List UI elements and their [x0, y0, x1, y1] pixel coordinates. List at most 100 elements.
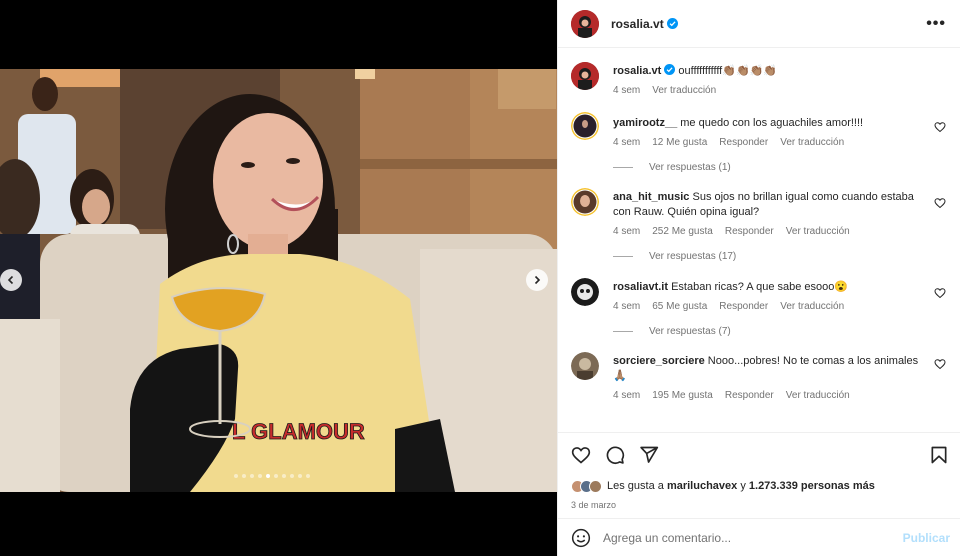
comment-text: Estaban ricas? A que sabe esooo😮 — [671, 281, 849, 293]
comment-heart-icon[interactable] — [934, 121, 946, 133]
view-replies-button[interactable]: Ver respuestas (7) — [613, 326, 946, 337]
comment-time[interactable]: 4 sem — [613, 137, 640, 148]
comment-heart-icon[interactable] — [934, 197, 946, 209]
post-date[interactable]: 3 de marzo — [558, 496, 960, 518]
verified-badge-icon — [664, 64, 676, 75]
replies-line — [613, 256, 633, 257]
comment-likes[interactable]: 65 Me gusta — [652, 301, 707, 312]
view-replies-label: Ver respuestas (17) — [649, 251, 737, 262]
translate-link[interactable]: Ver traducción — [780, 137, 844, 148]
caption-meta: 4 sem Ver traducción — [613, 85, 924, 96]
more-options-icon[interactable]: ••• — [926, 15, 946, 32]
post-media: L GLAMOUR — [0, 0, 557, 556]
reply-button[interactable]: Responder — [725, 226, 774, 237]
send-icon[interactable] — [639, 445, 659, 465]
comment-text: me quedo con los aguachiles amor!!!! — [680, 117, 864, 129]
view-replies-button[interactable]: Ver respuestas (17) — [613, 251, 946, 262]
translate-link[interactable]: Ver traducción — [786, 390, 850, 401]
carousel-dot — [250, 474, 254, 478]
comment-meta: 4 sem 12 Me gusta Responder Ver traducci… — [613, 137, 924, 148]
carousel-dot — [298, 474, 302, 478]
likes-conj: y — [740, 480, 746, 492]
bookmark-icon[interactable] — [929, 445, 949, 465]
comment-heart-icon[interactable] — [934, 358, 946, 370]
caption-username[interactable]: rosalia.vt — [613, 65, 661, 77]
comment-time[interactable]: 4 sem — [613, 301, 640, 312]
carousel-dot — [290, 474, 294, 478]
profile-avatar[interactable] — [571, 9, 599, 38]
verified-badge-icon — [666, 18, 678, 29]
carousel-dots — [234, 474, 310, 478]
carousel-dot — [282, 474, 286, 478]
translate-link[interactable]: Ver traducción — [780, 301, 844, 312]
prev-slide-button[interactable] — [0, 269, 22, 291]
post-details-panel: rosalia.vt ••• rosalia.vt oufffffffffff👏… — [557, 0, 960, 556]
comment-item: rosaliavt.it Estaban ricas? A que sabe e… — [571, 278, 946, 312]
comment-time[interactable]: 4 sem — [613, 390, 640, 401]
comment-likes[interactable]: 195 Me gusta — [652, 390, 713, 401]
comment-time[interactable]: 4 sem — [613, 226, 640, 237]
comment-avatar[interactable] — [571, 112, 599, 140]
liker-avatar — [589, 479, 602, 493]
photo-illustration: L GLAMOUR — [0, 69, 557, 492]
add-comment-bar: Publicar — [558, 518, 960, 556]
header-username[interactable]: rosalia.vt — [611, 17, 664, 31]
reply-button[interactable]: Responder — [719, 137, 768, 148]
comment-username[interactable]: rosaliavt.it — [613, 281, 668, 293]
translate-link[interactable]: Ver traducción — [786, 226, 850, 237]
comment-likes[interactable]: 252 Me gusta — [652, 226, 713, 237]
comment-input[interactable] — [603, 530, 903, 545]
avatar-image — [571, 9, 599, 38]
instagram-post-view: L GLAMOUR rosalia.vt ••• rosalia.vt ouff… — [0, 0, 960, 556]
next-slide-button[interactable] — [526, 269, 548, 291]
post-actions-bar — [558, 432, 960, 476]
caption-avatar[interactable] — [571, 62, 599, 90]
reply-button[interactable]: Responder — [725, 390, 774, 401]
comment-avatar[interactable] — [571, 188, 599, 216]
caption-translate-link[interactable]: Ver traducción — [652, 85, 716, 96]
comment-avatar[interactable] — [571, 352, 599, 380]
comment-item: sorciere_sorciere Nooo...pobres! No te c… — [571, 352, 946, 401]
replies-line — [613, 167, 633, 168]
comment-username[interactable]: ana_hit_music — [613, 191, 689, 203]
view-replies-button[interactable]: Ver respuestas (1) — [613, 162, 946, 173]
post-photo[interactable]: L GLAMOUR — [0, 69, 557, 492]
comment-avatar[interactable] — [571, 278, 599, 306]
comment-username[interactable]: sorciere_sorciere — [613, 355, 705, 367]
view-replies-label: Ver respuestas (1) — [649, 162, 731, 173]
comment-likes[interactable]: 12 Me gusta — [652, 137, 707, 148]
comments-list: rosalia.vt oufffffffffff👏🏽👏🏽👏🏽👏🏽 4 sem V… — [558, 48, 960, 432]
heart-icon[interactable] — [571, 445, 591, 465]
post-header: rosalia.vt ••• — [558, 0, 960, 48]
comment-body: yamirootz__ me quedo con los aguachiles … — [613, 112, 946, 148]
liker-username[interactable]: mariluchavex — [667, 480, 737, 492]
caption-time[interactable]: 4 sem — [613, 85, 640, 96]
carousel-dot — [234, 474, 238, 478]
comment-meta: 4 sem 252 Me gusta Responder Ver traducc… — [613, 226, 924, 237]
comment-username[interactable]: yamirootz__ — [613, 117, 677, 129]
comment-body: ana_hit_music Sus ojos no brillan igual … — [613, 188, 946, 237]
avatar-image — [571, 278, 599, 306]
caption-body: rosalia.vt oufffffffffff👏🏽👏🏽👏🏽👏🏽 4 sem V… — [613, 62, 946, 96]
carousel-dot — [306, 474, 310, 478]
likes-prefix: Les gusta a — [607, 480, 664, 492]
likes-count[interactable]: 1.273.339 personas más — [749, 480, 875, 492]
comment-item: yamirootz__ me quedo con los aguachiles … — [571, 112, 946, 148]
comment-meta: 4 sem 65 Me gusta Responder Ver traducci… — [613, 301, 924, 312]
comment-icon[interactable] — [605, 445, 625, 465]
carousel-dot — [242, 474, 246, 478]
comment-meta: 4 sem 195 Me gusta Responder Ver traducc… — [613, 390, 924, 401]
caption-emojis: 👏🏽👏🏽👏🏽👏🏽 — [722, 65, 778, 77]
chevron-right-icon — [534, 275, 541, 285]
post-comment-button[interactable]: Publicar — [903, 531, 950, 545]
chevron-left-icon — [7, 275, 14, 285]
comment-item: ana_hit_music Sus ojos no brillan igual … — [571, 188, 946, 237]
shirt-text: L GLAMOUR — [232, 419, 365, 444]
likes-summary: Les gusta a mariluchavex y 1.273.339 per… — [558, 476, 960, 496]
avatar-image — [571, 112, 599, 140]
reply-button[interactable]: Responder — [719, 301, 768, 312]
post-caption: rosalia.vt oufffffffffff👏🏽👏🏽👏🏽👏🏽 4 sem V… — [571, 62, 946, 96]
emoji-icon[interactable] — [571, 528, 591, 548]
comment-heart-icon[interactable] — [934, 287, 946, 299]
caption-text: oufffffffffff — [678, 65, 723, 77]
